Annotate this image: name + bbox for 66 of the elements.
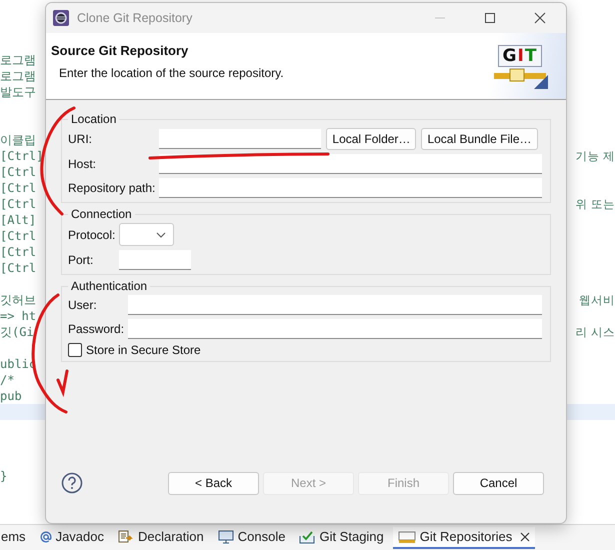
group-title: Location bbox=[70, 112, 118, 126]
input-field[interactable] bbox=[159, 129, 322, 149]
code-text: [Alt] bbox=[0, 213, 36, 227]
close-icon[interactable] bbox=[520, 532, 530, 542]
dialog-button[interactable]: < Back bbox=[168, 472, 259, 494]
browse-button[interactable]: Local Bundle File… bbox=[421, 128, 538, 150]
field-label: User: bbox=[68, 298, 98, 312]
checkbox[interactable] bbox=[68, 343, 82, 357]
view-tab[interactable]: Declaration bbox=[112, 526, 209, 548]
group-title: Authentication bbox=[70, 279, 148, 293]
code-text: 기능 제 bbox=[575, 148, 615, 164]
code-text: 깃허브 bbox=[0, 292, 36, 309]
chevron-down-icon bbox=[156, 232, 166, 238]
input-field[interactable] bbox=[128, 295, 542, 315]
code-text: pub bbox=[0, 389, 22, 403]
code-text: [Ctrl bbox=[0, 229, 36, 243]
tray-check-icon bbox=[299, 530, 316, 544]
input-field[interactable] bbox=[128, 319, 542, 339]
code-text: [Ctrl bbox=[0, 165, 36, 179]
code-text: 로그램 bbox=[0, 68, 36, 85]
annotation-checkmark bbox=[56, 370, 68, 398]
close-icon[interactable] bbox=[534, 12, 546, 24]
checkbox-label: Store in Secure Store bbox=[86, 343, 201, 357]
code-text: [Ctrl] bbox=[0, 149, 44, 163]
at-sign-icon bbox=[40, 530, 52, 542]
code-text: [Ctrl bbox=[0, 181, 36, 195]
view-tab[interactable]: Javadoc bbox=[34, 526, 109, 548]
code-text: => ht bbox=[0, 309, 36, 323]
window-title: Clone Git Repository bbox=[77, 11, 192, 25]
input-field[interactable] bbox=[159, 178, 542, 198]
code-text: /* bbox=[0, 373, 14, 387]
page-title: Source Git Repository bbox=[51, 43, 190, 58]
input-field[interactable] bbox=[119, 250, 192, 270]
monitor-icon bbox=[218, 530, 234, 544]
view-tab[interactable]: Console bbox=[212, 526, 290, 548]
field-label: Host: bbox=[68, 157, 98, 171]
document-arrow-icon bbox=[118, 530, 134, 544]
app-icon bbox=[53, 10, 69, 26]
field-label: Protocol: bbox=[68, 228, 116, 242]
help-icon[interactable] bbox=[61, 472, 83, 494]
code-text: [Ctrl bbox=[0, 245, 36, 259]
code-text: 이클립 bbox=[0, 132, 36, 149]
field-label: URI: bbox=[68, 132, 93, 146]
field-label: Repository path: bbox=[68, 181, 156, 195]
group-title: Connection bbox=[70, 207, 133, 221]
code-text: 리 시스 bbox=[575, 325, 615, 340]
code-text: 위 또는 bbox=[575, 196, 615, 212]
input-field[interactable] bbox=[159, 154, 542, 174]
view-tab[interactable]: Git Repositories bbox=[392, 526, 536, 548]
field-label: Port: bbox=[68, 253, 94, 267]
code-text: 웹서비 bbox=[579, 293, 615, 308]
view-tab[interactable]: ems bbox=[0, 526, 31, 548]
repository-icon bbox=[398, 530, 416, 544]
code-text: 깃(Gi bbox=[0, 324, 34, 341]
code-text: } bbox=[0, 469, 8, 483]
field-label: Password: bbox=[68, 322, 124, 336]
code-text: 발도구 bbox=[0, 84, 36, 101]
page-description: Enter the location of the source repository. bbox=[59, 66, 285, 80]
code-text: [Ctrl bbox=[0, 261, 36, 275]
code-text: 로그램 bbox=[0, 52, 36, 69]
dialog-button[interactable]: Cancel bbox=[453, 472, 544, 494]
maximize-icon[interactable] bbox=[484, 12, 496, 24]
code-text: [Ctrl bbox=[0, 197, 36, 211]
git-logo: G IT bbox=[492, 33, 548, 99]
view-tab[interactable]: Git Staging bbox=[294, 526, 389, 548]
browse-button[interactable]: Local Folder… bbox=[326, 128, 416, 150]
